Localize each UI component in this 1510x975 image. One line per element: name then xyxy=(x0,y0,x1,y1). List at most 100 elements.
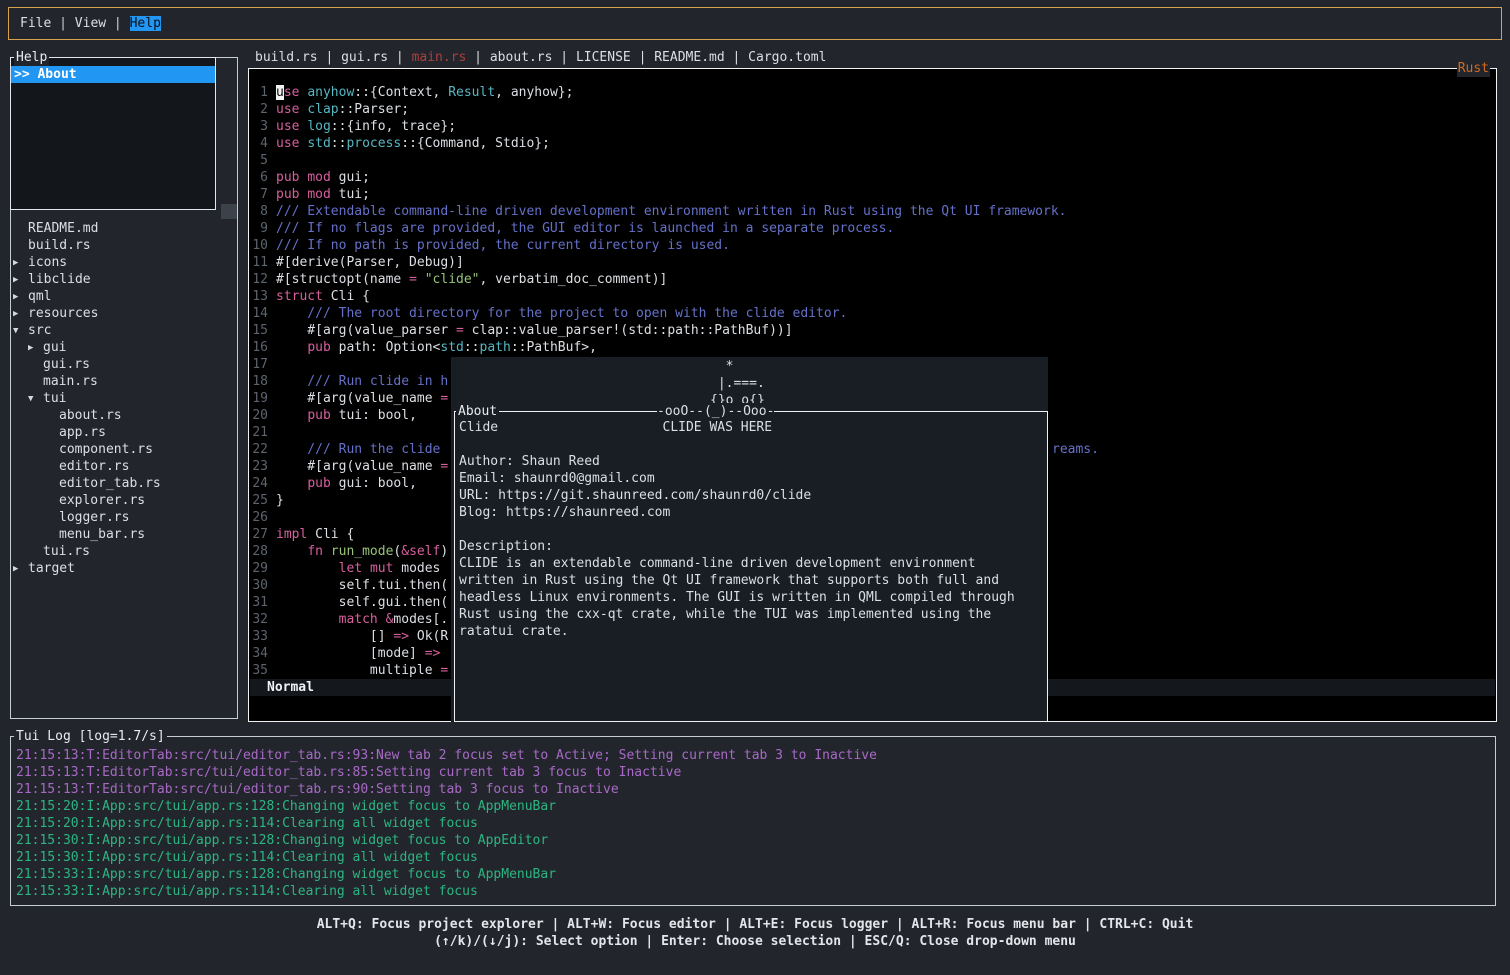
code-text: multiple = xyxy=(276,662,448,679)
explorer-item-label: editor.rs xyxy=(59,458,129,475)
explorer-item-label: gui xyxy=(43,339,66,356)
log-entry: 21:15:30:I:App:src/tui/app.rs:114:Cleari… xyxy=(16,849,1493,866)
code-line: 9/// If no flags are provided, the GUI e… xyxy=(249,220,1495,237)
code-line: 5 xyxy=(249,152,1495,169)
code-text: self.gui.then( xyxy=(276,594,448,611)
log-entry: 21:15:20:I:App:src/tui/app.rs:114:Cleari… xyxy=(16,815,1493,832)
explorer-item-tui.rs[interactable]: tui.rs xyxy=(11,543,236,560)
tab-main.rs[interactable]: main.rs xyxy=(412,50,467,65)
code-text: #[arg(value_parser = clap::value_parser!… xyxy=(276,322,793,339)
explorer-item-src[interactable]: ▼src xyxy=(11,322,236,339)
about-popup-row: Rust using the cxx-qt crate, while the T… xyxy=(459,606,1045,623)
explorer-item-build.rs[interactable]: build.rs xyxy=(11,237,236,254)
help-dropdown-menu: Help >> About xyxy=(10,57,216,210)
explorer-item-label: explorer.rs xyxy=(59,492,145,509)
menu-item-file[interactable]: File xyxy=(20,16,51,31)
explorer-item-label: component.rs xyxy=(59,441,153,458)
explorer-item-editor_tab.rs[interactable]: editor_tab.rs xyxy=(11,475,236,492)
line-number: 6 xyxy=(249,169,268,186)
explorer-item-about.rs[interactable]: about.rs xyxy=(11,407,236,424)
code-text: /// The root directory for the project t… xyxy=(276,305,847,322)
shortcut-help-line-2: (↑/k)/(↓/j): Select option | Enter: Choo… xyxy=(0,933,1510,950)
help-dropdown-title: Help xyxy=(14,49,49,66)
line-number: 10 xyxy=(249,237,268,254)
log-entry: 21:15:30:I:App:src/tui/app.rs:128:Changi… xyxy=(16,832,1493,849)
about-popup-row xyxy=(459,436,1045,453)
tab-gui.rs[interactable]: gui.rs xyxy=(341,50,388,65)
code-line: 2use clap::Parser; xyxy=(249,101,1495,118)
tab-separator: | xyxy=(388,50,411,65)
code-text: /// Run the clide xyxy=(276,441,448,458)
line-number: 33 xyxy=(249,628,268,645)
about-popup-ascii-art: * |.===. {}o o{} xyxy=(710,358,765,409)
explorer-item-gui.rs[interactable]: gui.rs xyxy=(11,356,236,373)
code-text: #[arg(value_name = xyxy=(276,390,448,407)
code-line: 14 /// The root directory for the projec… xyxy=(249,305,1495,322)
tab-readme.md[interactable]: README.md xyxy=(654,50,724,65)
code-line: 4use std::process::{Command, Stdio}; xyxy=(249,135,1495,152)
tab-separator: | xyxy=(552,50,575,65)
help-dropdown-item-about[interactable]: >> About xyxy=(11,66,215,83)
line-number: 11 xyxy=(249,254,268,271)
about-popup-row: Author: Shaun Reed xyxy=(459,453,1045,470)
code-line: 15 #[arg(value_parser = clap::value_pars… xyxy=(249,322,1495,339)
code-text: #[structopt(name = "clide", verbatim_doc… xyxy=(276,271,667,288)
line-number: 26 xyxy=(249,509,268,526)
menu-item-help[interactable]: Help xyxy=(130,16,161,31)
explorer-item-label: build.rs xyxy=(28,237,91,254)
explorer-item-qml[interactable]: ▶qml xyxy=(11,288,236,305)
line-number: 18 xyxy=(249,373,268,390)
line-number: 22 xyxy=(249,441,268,458)
explorer-item-readme.md[interactable]: README.md xyxy=(11,220,236,237)
tab-license[interactable]: LICENSE xyxy=(576,50,631,65)
log-entry: 21:15:13:T:EditorTab:src/tui/editor_tab.… xyxy=(16,781,1493,798)
code-text: fn run_mode(&self) xyxy=(276,543,448,560)
explorer-item-explorer.rs[interactable]: explorer.rs xyxy=(11,492,236,509)
explorer-item-menu_bar.rs[interactable]: menu_bar.rs xyxy=(11,526,236,543)
explorer-item-libclide[interactable]: ▶libclide xyxy=(11,271,236,288)
code-line: 16 pub path: Option<std::path::PathBuf>, xyxy=(249,339,1495,356)
explorer-item-label: README.md xyxy=(28,220,98,237)
explorer-item-main.rs[interactable]: main.rs xyxy=(11,373,236,390)
about-popup-row: headless Linux environments. The GUI is … xyxy=(459,589,1045,606)
tui-log-panel[interactable]: Tui Log [log=1.7/s] 21:15:13:T:EditorTab… xyxy=(10,736,1496,906)
line-number: 19 xyxy=(249,390,268,407)
code-line: 12#[structopt(name = "clide", verbatim_d… xyxy=(249,271,1495,288)
chevron-down-icon: ▼ xyxy=(13,323,18,340)
tab-build.rs[interactable]: build.rs xyxy=(255,50,318,65)
log-entry: 21:15:33:I:App:src/tui/app.rs:128:Changi… xyxy=(16,866,1493,883)
code-text: pub mod gui; xyxy=(276,169,370,186)
explorer-item-app.rs[interactable]: app.rs xyxy=(11,424,236,441)
explorer-item-gui[interactable]: ▶gui xyxy=(11,339,236,356)
code-text: use anyhow::{Context, Result, anyhow}; xyxy=(276,84,573,101)
explorer-item-icons[interactable]: ▶icons xyxy=(11,254,236,271)
code-text: let mut modes xyxy=(276,560,440,577)
code-text: self.tui.then( xyxy=(276,577,448,594)
tab-cargo.toml[interactable]: Cargo.toml xyxy=(748,50,826,65)
code-line: 13struct Cli { xyxy=(249,288,1495,305)
tab-separator: | xyxy=(318,50,341,65)
explorer-item-logger.rs[interactable]: logger.rs xyxy=(11,509,236,526)
explorer-item-label: about.rs xyxy=(59,407,122,424)
explorer-item-target[interactable]: ▶target xyxy=(11,560,236,577)
code-text: use clap::Parser; xyxy=(276,101,409,118)
tab-about.rs[interactable]: about.rs xyxy=(490,50,553,65)
menu-item-view[interactable]: View xyxy=(75,16,106,31)
log-entry: 21:15:13:T:EditorTab:src/tui/editor_tab.… xyxy=(16,747,1493,764)
explorer-item-label: tui xyxy=(43,390,66,407)
explorer-scrollbar-thumb[interactable] xyxy=(221,204,237,219)
explorer-item-tui[interactable]: ▼tui xyxy=(11,390,236,407)
menu-separator: | xyxy=(106,16,129,31)
about-popup-row: URL: https://git.shaunreed.com/shaunrd0/… xyxy=(459,487,1045,504)
about-popup-row: Blog: https://shaunreed.com xyxy=(459,504,1045,521)
line-number: 20 xyxy=(249,407,268,424)
code-text: struct Cli { xyxy=(276,288,370,305)
chevron-right-icon: ▶ xyxy=(13,289,18,306)
tab-separator: | xyxy=(631,50,654,65)
line-number: 3 xyxy=(249,118,268,135)
explorer-item-resources[interactable]: ▶resources xyxy=(11,305,236,322)
explorer-item-component.rs[interactable]: component.rs xyxy=(11,441,236,458)
editor-tabs: build.rs | gui.rs | main.rs | about.rs |… xyxy=(255,49,826,66)
explorer-item-editor.rs[interactable]: editor.rs xyxy=(11,458,236,475)
line-number: 1 xyxy=(249,84,268,101)
